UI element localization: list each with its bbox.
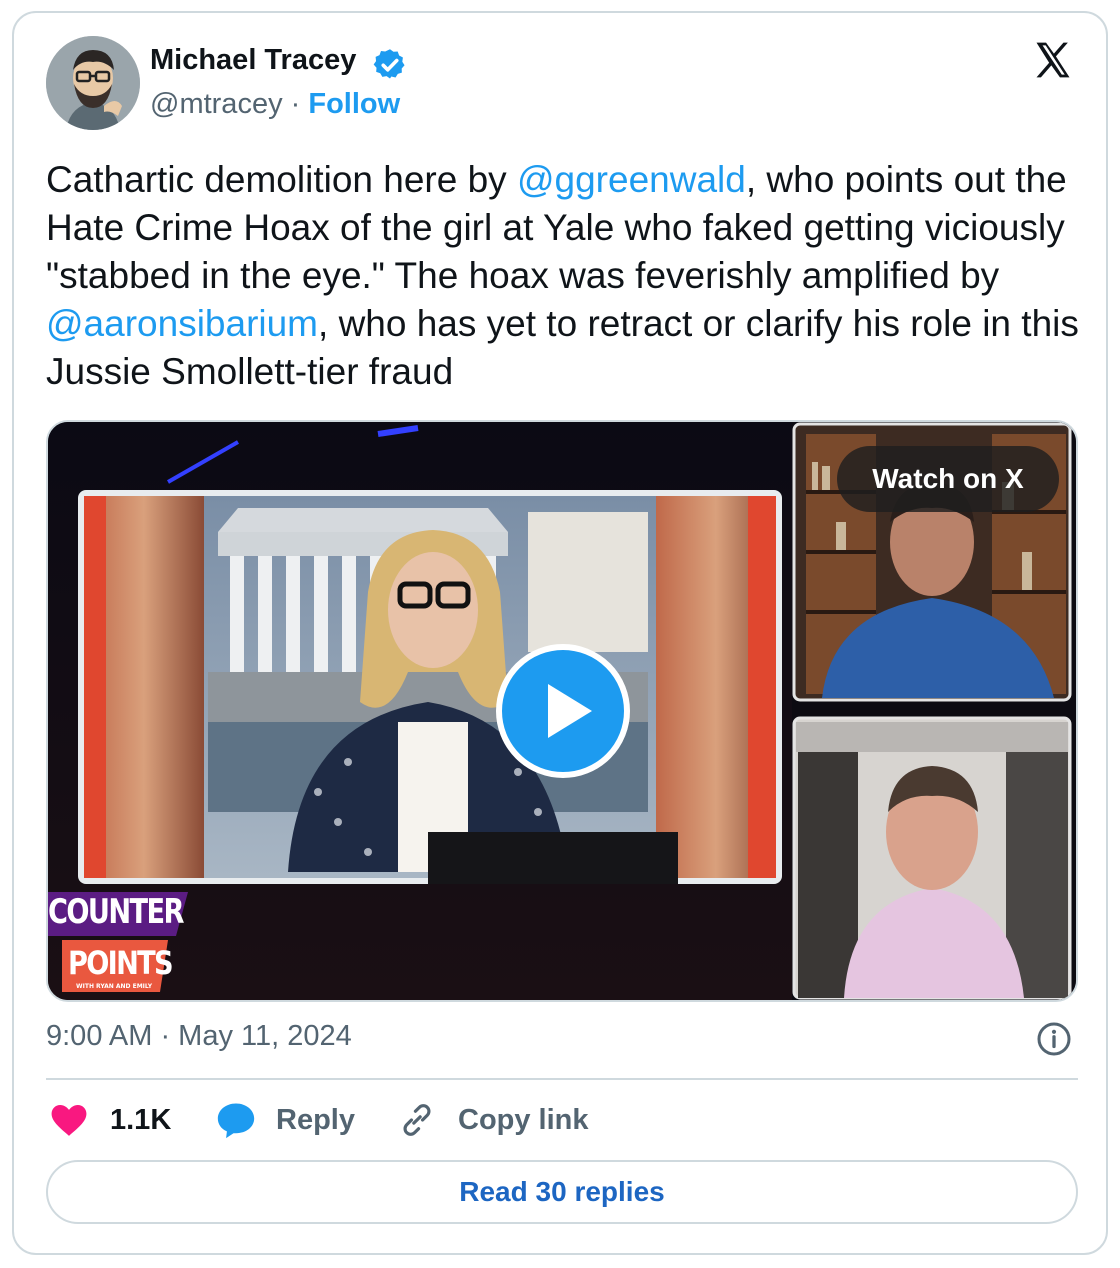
tweet-text-part: Cathartic demolition here by (46, 159, 517, 200)
handle-separator: · (282, 88, 309, 120)
copy-link-button[interactable]: Copy link (398, 1096, 589, 1144)
x-logo-icon[interactable] (1030, 38, 1076, 82)
reply-button[interactable]: Reply (216, 1096, 355, 1144)
play-icon (548, 684, 592, 738)
author-avatar[interactable] (46, 36, 140, 130)
tweet-text: Cathartic demolition here by @ggreenwald… (46, 156, 1086, 396)
heart-icon (51, 1104, 87, 1136)
show-logo-points: POINTS (68, 944, 174, 982)
play-button[interactable] (496, 644, 630, 778)
like-count: 1.1K (110, 1103, 172, 1136)
watch-on-x-button[interactable]: Watch on X (837, 446, 1059, 512)
tweet-timestamp[interactable]: 9:00 AM · May 11, 2024 (46, 1020, 352, 1053)
reply-label: Reply (276, 1103, 355, 1136)
mention-link[interactable]: @aaronsibarium (46, 303, 318, 344)
link-icon (403, 1104, 431, 1136)
copy-link-label: Copy link (458, 1103, 589, 1136)
author-name[interactable]: Michael Tracey (150, 44, 356, 77)
follow-link[interactable]: Follow (308, 88, 400, 120)
author-handle-line: @mtracey · Follow (150, 88, 400, 121)
avatar-illustration (46, 36, 140, 130)
mention-link[interactable]: @ggreenwald (517, 159, 746, 200)
read-replies-button[interactable]: Read 30 replies (46, 1160, 1078, 1224)
show-logo-subtitle: WITH RYAN AND EMILY (76, 983, 153, 990)
show-logo-counter: COUNTER (48, 892, 184, 932)
author-handle[interactable]: @mtracey (150, 88, 283, 120)
speech-bubble-icon (217, 1103, 255, 1139)
info-icon[interactable] (1036, 1021, 1072, 1057)
verified-badge-icon (373, 49, 405, 79)
divider (46, 1078, 1078, 1080)
like-button[interactable]: 1.1K (50, 1096, 171, 1144)
